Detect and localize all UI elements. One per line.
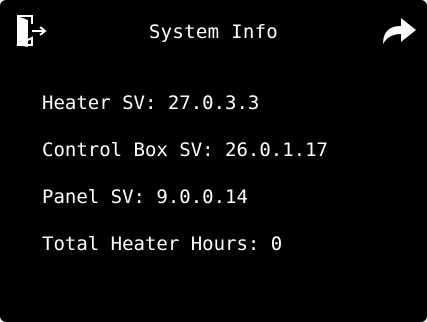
exit-door-icon — [16, 15, 47, 47]
heater-sv-label: Heater SV: — [42, 92, 157, 114]
forward-arrow-icon — [383, 18, 416, 44]
system-info-screen: System Info Heater SV: 27.0.3.3 Control … — [0, 0, 427, 322]
control-box-sv-value: 26.0.1.17 — [225, 139, 328, 161]
total-heater-hours-value: 0 — [270, 233, 283, 255]
exit-button[interactable] — [14, 14, 48, 48]
total-heater-hours-row: Total Heater Hours: 0 — [42, 225, 328, 272]
heater-sv-row: Heater SV: 27.0.3.3 — [42, 84, 328, 131]
next-button[interactable] — [381, 14, 417, 46]
heater-sv-value: 27.0.3.3 — [167, 92, 260, 114]
total-heater-hours-label: Total Heater Hours: — [42, 233, 260, 255]
control-box-sv-label: Control Box SV: — [42, 139, 214, 161]
panel-sv-label: Panel SV: — [42, 186, 145, 208]
control-box-sv-row: Control Box SV: 26.0.1.17 — [42, 131, 328, 178]
page-title: System Info — [148, 21, 279, 43]
panel-sv-value: 9.0.0.14 — [156, 186, 248, 208]
header-bar: System Info — [0, 0, 427, 62]
system-info-list: Heater SV: 27.0.3.3 Control Box SV: 26.0… — [42, 84, 328, 272]
panel-sv-row: Panel SV: 9.0.0.14 — [42, 178, 328, 225]
